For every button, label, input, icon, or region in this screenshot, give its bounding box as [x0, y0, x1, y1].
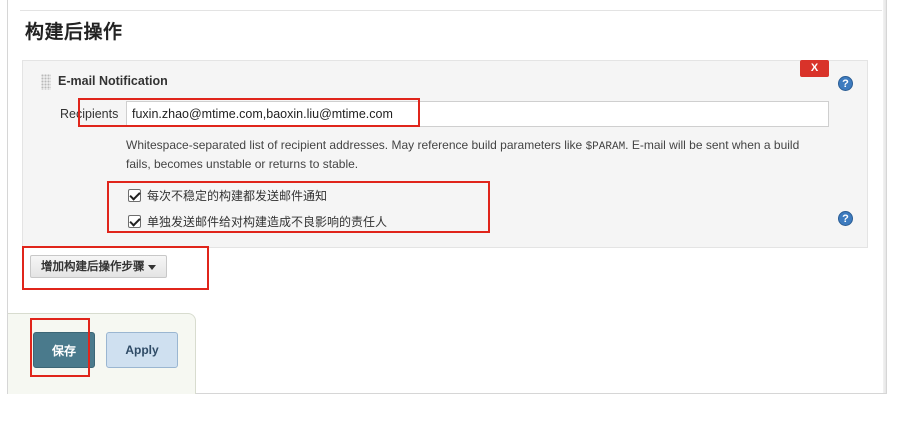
top-divider [20, 10, 882, 11]
add-post-build-step-button[interactable]: 增加构建后操作步骤 [30, 255, 167, 278]
frame-right-border [886, 0, 887, 393]
unstable-checkbox-row[interactable]: 每次不稳定的构建都发送邮件通知 [128, 187, 327, 203]
description-text: Whitespace-separated list of recipient a… [126, 138, 586, 152]
caret-down-icon [148, 265, 156, 270]
add-step-label: 增加构建后操作步骤 [41, 259, 145, 273]
individual-checkbox-row[interactable]: 单独发送邮件给对构建造成不良影响的责任人 [128, 213, 387, 229]
help-icon[interactable]: ? [838, 76, 853, 91]
section-title: 构建后操作 [25, 21, 123, 43]
drag-handle-icon[interactable] [41, 74, 51, 90]
apply-button[interactable]: Apply [106, 332, 178, 368]
recipients-label: Recipients [60, 107, 119, 121]
post-build-actions-page: 构建后操作 E-mail Notification X ? Recipients… [0, 0, 900, 430]
delete-step-button[interactable]: X [800, 60, 829, 77]
email-notification-title: E-mail Notification [58, 74, 168, 88]
individual-checkbox-label: 单独发送邮件给对构建造成不良影响的责任人 [147, 214, 388, 229]
help-icon[interactable]: ? [838, 211, 853, 226]
individual-checkbox[interactable] [128, 214, 141, 228]
save-button[interactable]: 保存 [33, 332, 95, 368]
unstable-checkbox[interactable] [128, 188, 141, 202]
recipients-description: Whitespace-separated list of recipient a… [126, 137, 826, 173]
unstable-checkbox-label: 每次不稳定的构建都发送邮件通知 [147, 188, 328, 203]
recipients-input[interactable] [126, 101, 829, 127]
param-code: $PARAM [585, 141, 626, 153]
